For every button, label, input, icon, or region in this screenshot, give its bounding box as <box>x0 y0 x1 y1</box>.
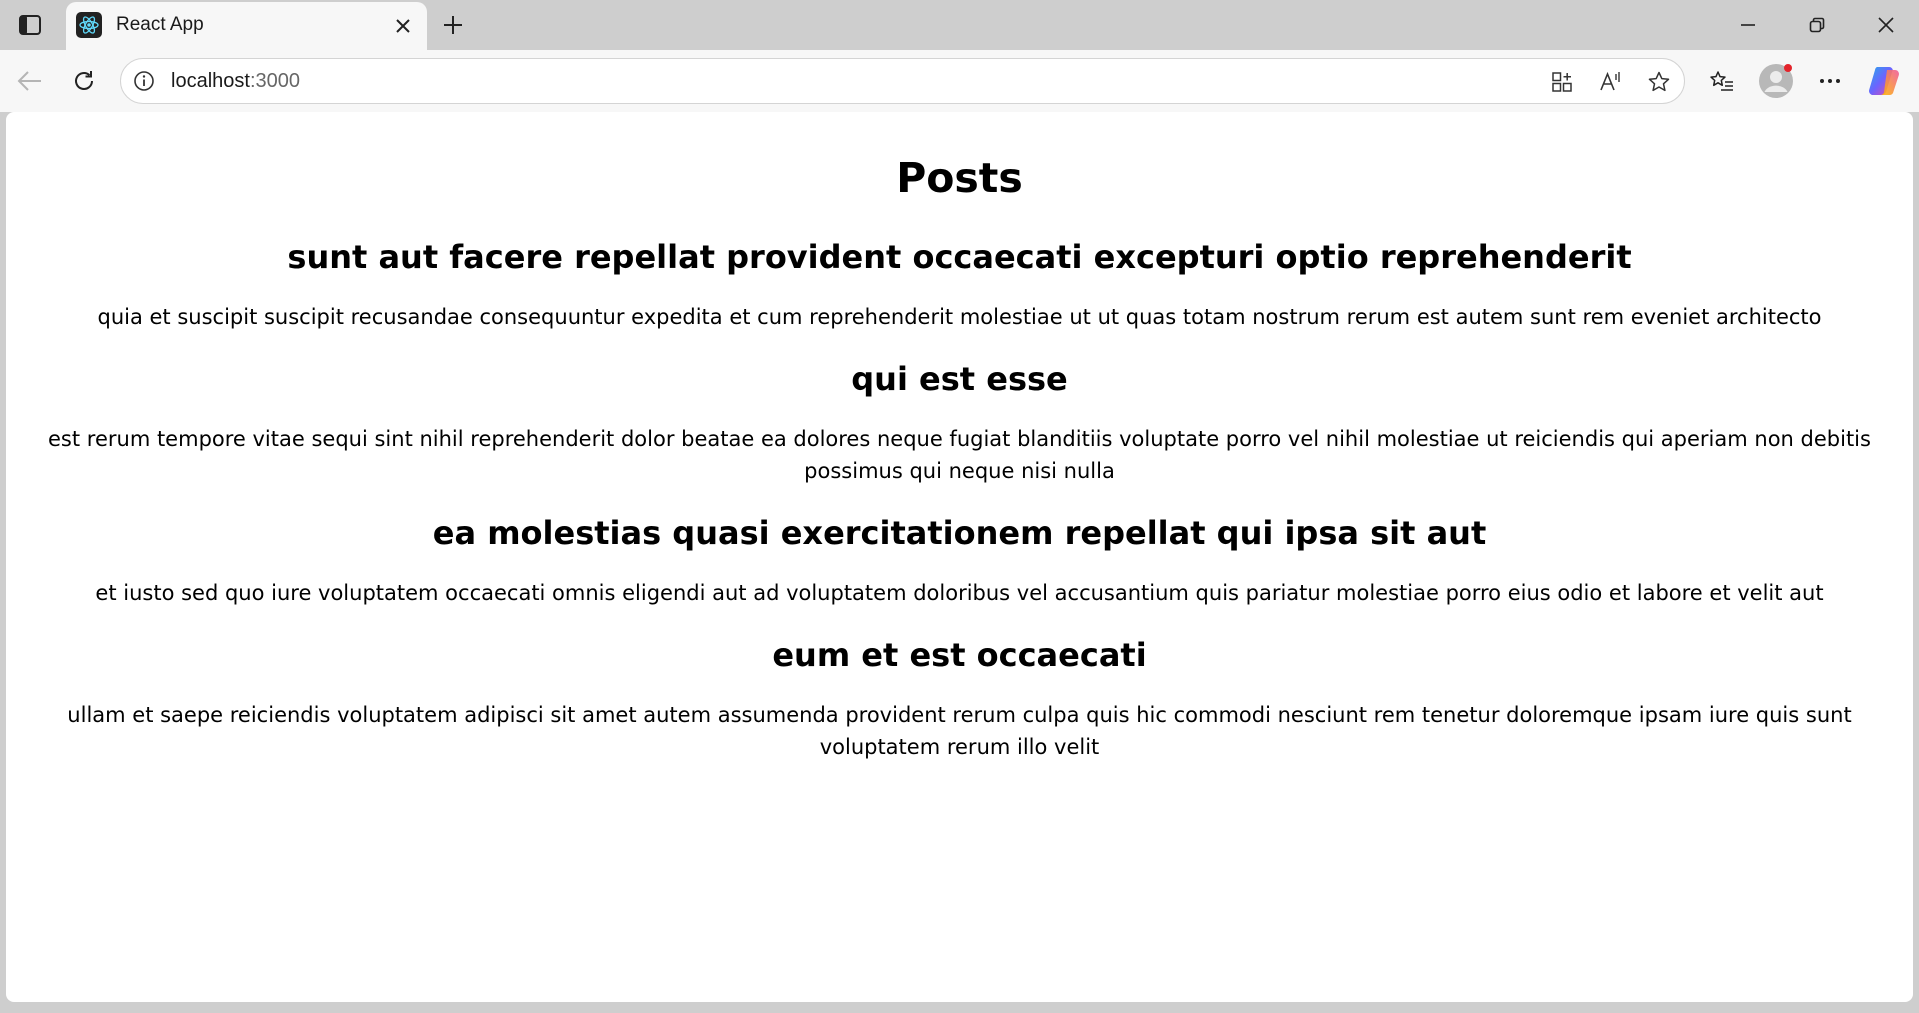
read-aloud-icon[interactable] <box>1595 66 1627 98</box>
new-tab-icon[interactable] <box>436 8 470 42</box>
posts-page: Posts sunt aut facere repellat provident… <box>6 150 1913 763</box>
minimize-icon[interactable] <box>1724 6 1772 44</box>
site-info-icon[interactable] <box>131 68 157 94</box>
post-title: ea molestias quasi exercitationem repell… <box>432 514 1487 552</box>
page-title: Posts <box>896 154 1023 202</box>
tab-react-app[interactable]: React App <box>66 2 427 52</box>
url-host: localhost <box>171 70 250 92</box>
post-item: qui est esse est rerum tempore vitae seq… <box>6 357 1913 487</box>
browser-toolbar: localhost:3000 <box>0 50 1919 112</box>
address-bar[interactable]: localhost:3000 <box>120 58 1685 104</box>
profile-avatar-icon[interactable] <box>1756 62 1796 100</box>
react-logo-icon <box>76 12 102 38</box>
url-text[interactable]: localhost:3000 <box>171 70 300 93</box>
post-item: ea molestias quasi exercitationem repell… <box>6 511 1913 609</box>
post-body: est rerum tempore vitae sequi sint nihil… <box>48 427 1871 483</box>
sidebar-toggle-icon[interactable] <box>14 10 46 40</box>
page-viewport: Posts sunt aut facere repellat provident… <box>6 112 1913 1002</box>
post-body: quia et suscipit suscipit recusandae con… <box>97 305 1822 329</box>
favorite-star-icon[interactable] <box>1643 66 1675 98</box>
favorites-icon[interactable] <box>1702 62 1742 100</box>
close-tab-icon[interactable] <box>389 12 417 40</box>
post-title: eum et est occaecati <box>772 636 1147 674</box>
post-item: eum et est occaecati ullam et saepe reic… <box>6 633 1913 763</box>
url-port: :3000 <box>249 70 300 92</box>
post-title: sunt aut facere repellat provident occae… <box>287 238 1632 276</box>
post-body: ullam et saepe reiciendis voluptatem adi… <box>67 703 1852 759</box>
back-icon[interactable] <box>10 62 50 100</box>
close-window-icon[interactable] <box>1862 6 1910 44</box>
more-options-icon[interactable] <box>1810 62 1850 100</box>
app-available-icon[interactable] <box>1546 66 1578 98</box>
refresh-icon[interactable] <box>64 62 104 100</box>
post-item: sunt aut facere repellat provident occae… <box>6 235 1913 333</box>
tab-strip: React App <box>0 0 1919 52</box>
post-body: et iusto sed quo iure voluptatem occaeca… <box>95 581 1824 605</box>
restore-icon[interactable] <box>1793 6 1841 44</box>
copilot-icon[interactable] <box>1864 62 1904 100</box>
post-title: qui est esse <box>851 360 1068 398</box>
tab-title: React App <box>116 14 204 35</box>
